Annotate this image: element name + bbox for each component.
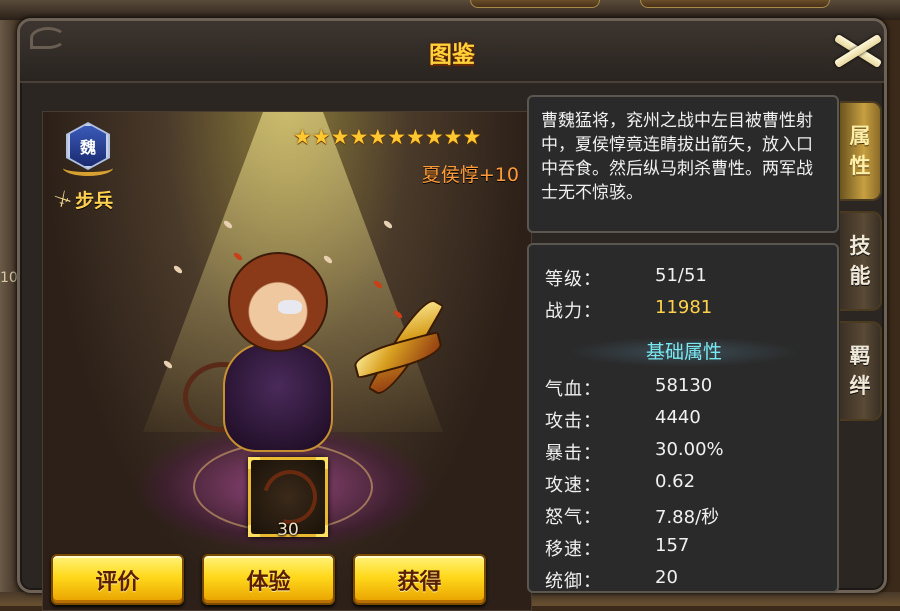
obtain-button[interactable]: 获得 (353, 554, 486, 605)
stat-label: 暴击： (545, 443, 602, 464)
tab-label: 能 (849, 264, 871, 288)
wings-icon (63, 160, 113, 176)
star-rating: ★ ★ ★ ★ ★ ★ ★ ★ ★ ★ (293, 126, 481, 148)
background-number: 10 (0, 270, 18, 286)
stat-value: 20 (655, 567, 678, 588)
tab-label: 属 (849, 124, 871, 148)
close-button[interactable] (828, 25, 884, 77)
star-icon: ★ (405, 125, 425, 149)
stat-label: 等级： (545, 269, 602, 290)
stat-label: 统御： (545, 571, 602, 592)
tab-bonds[interactable]: 羁 绊 (840, 321, 882, 421)
hero-showcase: 魏 ⚔ 步兵 ★ ★ ★ ★ ★ ★ ★ ★ ★ ★ 夏侯惇+10 30 评价 … (42, 111, 532, 611)
rate-button[interactable]: 评价 (51, 554, 184, 605)
star-icon: ★ (293, 125, 312, 149)
dialog-title: 图鉴 (429, 42, 475, 68)
blade-icon (333, 292, 473, 402)
stat-value: 4440 (655, 407, 701, 428)
stat-value: 0.62 (655, 471, 696, 492)
section-title: 基础属性 (569, 337, 799, 367)
background-top-bar (0, 0, 900, 20)
petal (382, 219, 394, 230)
tab-skills[interactable]: 技 能 (840, 211, 882, 311)
tab-label: 性 (849, 154, 871, 178)
slot-corner (248, 457, 260, 469)
weapon-level: 30 (277, 520, 299, 540)
hero-character[interactable] (183, 252, 483, 452)
stat-label: 战力： (545, 301, 602, 322)
stat-value: 58130 (655, 375, 713, 396)
background-resource-pill (640, 0, 830, 8)
try-button-label: 体验 (246, 569, 291, 595)
tab-label: 技 (849, 234, 871, 258)
hero-name: 夏侯惇+10 (421, 164, 519, 186)
faction-label: 魏 (79, 138, 96, 157)
stat-label: 气血： (545, 379, 602, 400)
hero-armor (223, 342, 333, 452)
unit-type-label: 步兵 (75, 190, 114, 212)
eyepatch (278, 300, 302, 314)
star-icon: ★ (311, 125, 331, 149)
stat-value: 30.00% (655, 439, 724, 460)
star-icon: ★ (349, 125, 369, 149)
stat-value: 157 (655, 535, 690, 556)
try-button[interactable]: 体验 (202, 554, 335, 605)
tab-attributes[interactable]: 属 性 (840, 101, 882, 201)
star-icon: ★ (443, 125, 463, 149)
faction-badge: 魏 (63, 122, 113, 182)
petal (172, 264, 184, 275)
unit-type: ⚔ 步兵 (51, 186, 114, 213)
tab-label: 绊 (849, 374, 871, 398)
tab-label: 羁 (849, 344, 871, 368)
hero-description-box: 曹魏猛将，兖州之战中左目被曹性射中，夏侯惇竟连睛拔出箭矢，放入口中吞食。然后纵马… (527, 95, 839, 233)
sword-icon: ⚔ (50, 186, 76, 213)
stat-label: 攻击： (545, 411, 602, 432)
hero-head (228, 252, 328, 352)
stats-panel[interactable]: 等级： 51/51 战力： 11981 基础属性 气血： 58130 攻击： 4… (527, 243, 839, 593)
star-icon: ★ (424, 125, 444, 149)
stat-label: 攻速： (545, 475, 602, 496)
stat-label: 移速： (545, 539, 602, 560)
hero-description: 曹魏猛将，兖州之战中左目被曹性射中，夏侯惇竟连睛拔出箭矢，放入口中吞食。然后纵马… (541, 111, 813, 203)
star-icon: ★ (462, 125, 482, 149)
star-icon: ★ (330, 125, 350, 149)
stat-label: 怒气： (545, 507, 602, 528)
obtain-button-label: 获得 (397, 569, 442, 595)
stat-value: 51/51 (655, 265, 707, 286)
stat-value: 11981 (655, 297, 713, 318)
background-resource-pill (470, 0, 600, 8)
dialog-title-bar: 图鉴 (20, 21, 884, 83)
slot-corner (316, 457, 328, 469)
star-icon: ★ (387, 125, 406, 149)
hero-encyclopedia-dialog: 图鉴 魏 ⚔ 步兵 ★ ★ ★ ★ ★ ★ ★ ★ ★ ★ 夏侯惇+10 30 … (17, 18, 887, 611)
star-icon: ★ (368, 125, 388, 149)
stat-value: 7.88/秒 (655, 507, 720, 528)
rate-button-label: 评价 (95, 569, 140, 595)
